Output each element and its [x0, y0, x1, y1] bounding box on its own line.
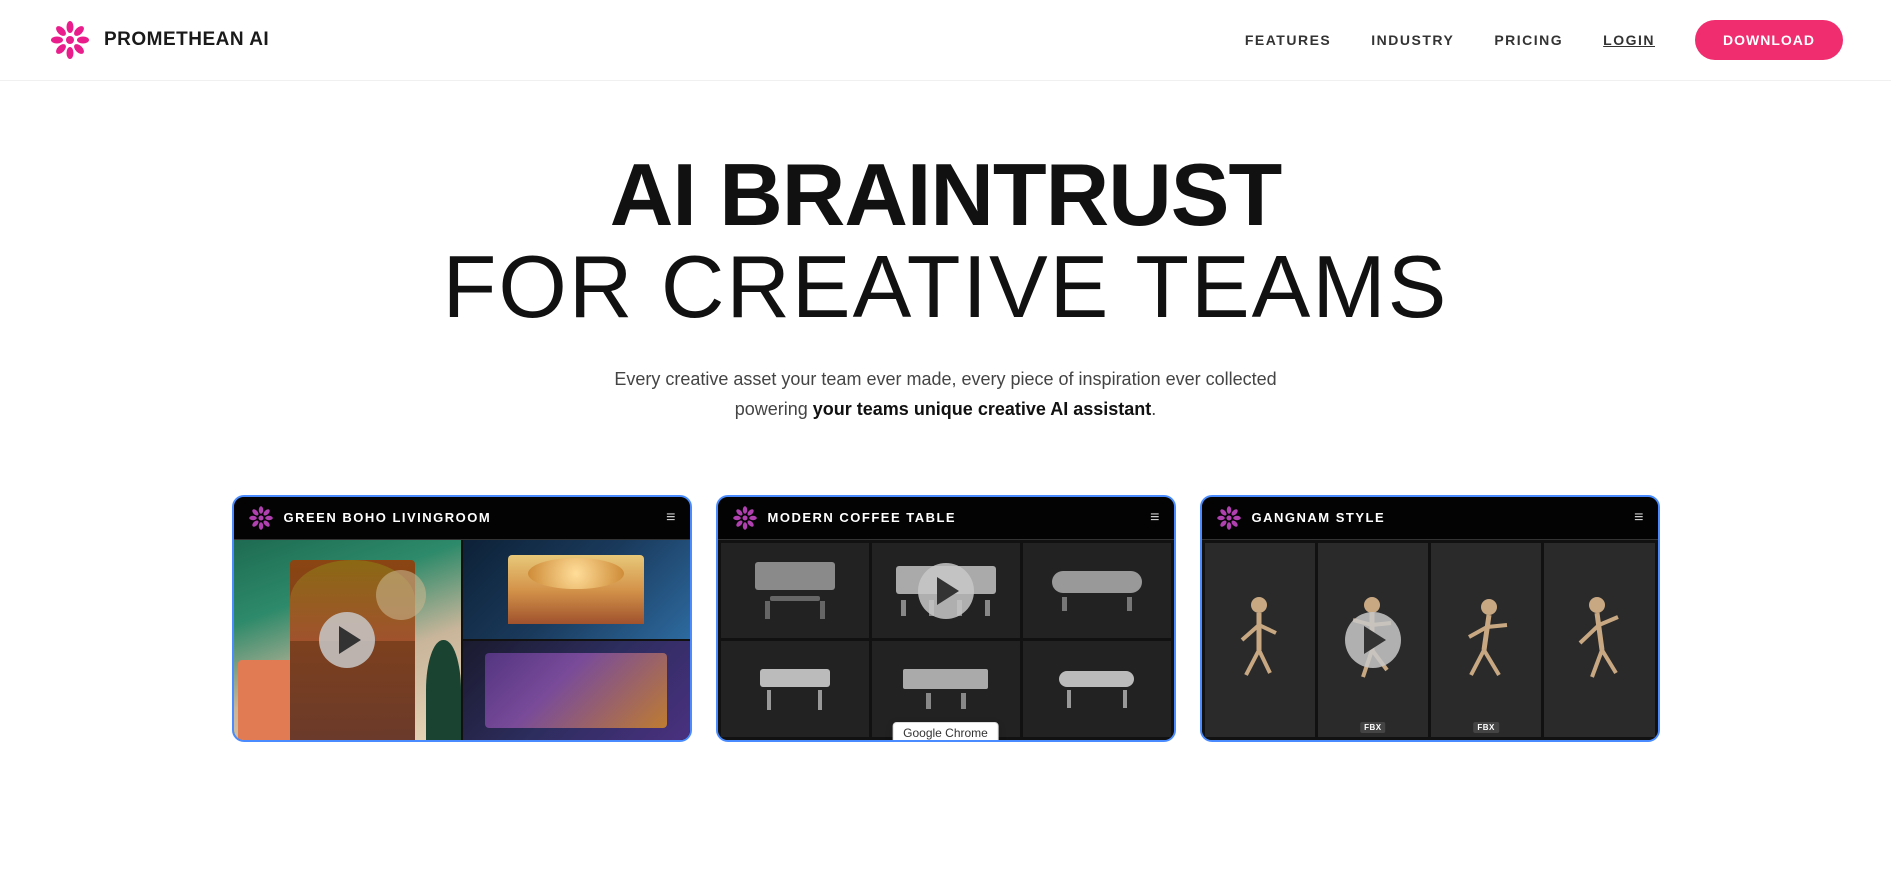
card-2-header: MODERN COFFEE TABLE ≡	[718, 497, 1174, 540]
card-coffee-table: MODERN COFFEE TABLE ≡	[716, 495, 1176, 742]
hero-subtitle-end: .	[1151, 399, 1156, 419]
hero-title-light: FOR CREATIVE TEAMS	[40, 239, 1851, 336]
nav-industry[interactable]: INDUSTRY	[1371, 32, 1454, 48]
promethean-logo-icon	[48, 18, 92, 62]
logo-link[interactable]: PROMETHEAN AI	[48, 18, 269, 62]
table-6	[1059, 671, 1134, 708]
hero-subtitle-bold: your teams unique creative AI assistant	[813, 399, 1151, 419]
card-1-play-button[interactable]	[319, 612, 375, 668]
card-2-menu-icon[interactable]: ≡	[1150, 509, 1159, 527]
table-1	[755, 562, 835, 619]
navbar: PROMETHEAN AI FEATURES INDUSTRY PRICING …	[0, 0, 1891, 81]
card-3-logo-icon	[1216, 505, 1242, 531]
card-3-title: GANGNAM STYLE	[1252, 510, 1386, 525]
card-boho-livingroom: GREEN BOHO LIVINGROOM ≡	[232, 495, 692, 742]
download-button[interactable]: DOWNLOAD	[1695, 20, 1843, 60]
card-2-body: Google Chrome	[718, 540, 1174, 740]
logo-text: PROMETHEAN AI	[104, 29, 269, 51]
card-2-play-button[interactable]	[918, 563, 974, 619]
grid-item-4	[721, 641, 869, 737]
card-gangnam-style: GANGNAM STYLE ≡	[1200, 495, 1660, 742]
card-3-body: FBX FBX	[1202, 540, 1658, 740]
hero-subtitle: Every creative asset your team ever made…	[40, 364, 1851, 425]
figure-1	[1232, 595, 1287, 685]
card-2-header-left: MODERN COFFEE TABLE	[732, 505, 957, 531]
frame-4	[1544, 543, 1654, 737]
card-1-body	[234, 540, 690, 740]
frame-3: FBX	[1431, 543, 1541, 737]
grid-item-6	[1023, 641, 1171, 737]
card-2-title: MODERN COFFEE TABLE	[768, 510, 957, 525]
card-3-play-button[interactable]	[1345, 612, 1401, 668]
card-1-bottom-right	[463, 641, 690, 740]
card-2-logo-icon	[732, 505, 758, 531]
hero-title-bold: AI BRAINTRUST	[40, 151, 1851, 239]
hero-subtitle-plain: Every creative asset your team ever made…	[614, 369, 1276, 389]
card-1-menu-icon[interactable]: ≡	[666, 509, 675, 527]
card-3-header: GANGNAM STYLE ≡	[1202, 497, 1658, 540]
card-1-top-right	[463, 540, 690, 639]
chrome-tooltip: Google Chrome	[892, 722, 999, 742]
hero-section: AI BRAINTRUST FOR CREATIVE TEAMS Every c…	[0, 81, 1891, 455]
nav-features[interactable]: FEATURES	[1245, 32, 1331, 48]
card-3-menu-icon[interactable]: ≡	[1634, 509, 1643, 527]
nav-links: FEATURES INDUSTRY PRICING LOGIN DOWNLOAD	[1245, 20, 1843, 60]
fbx-badge-1: FBX	[1360, 722, 1386, 733]
card-1-main-image	[234, 540, 461, 740]
frame-2: FBX	[1318, 543, 1428, 737]
fbx-badge-2: FBX	[1473, 722, 1499, 733]
table-4	[760, 669, 830, 710]
nav-pricing[interactable]: PRICING	[1494, 32, 1563, 48]
card-1-header: GREEN BOHO LIVINGROOM ≡	[234, 497, 690, 540]
grid-item-1	[721, 543, 869, 639]
boho-plant	[426, 640, 460, 740]
cards-section: GREEN BOHO LIVINGROOM ≡	[0, 455, 1891, 742]
card-1-logo-icon	[248, 505, 274, 531]
figure-4	[1572, 595, 1627, 685]
frame-1	[1205, 543, 1315, 737]
grid-item-2	[872, 543, 1020, 639]
card-1-title: GREEN BOHO LIVINGROOM	[284, 510, 492, 525]
card-3-header-left: GANGNAM STYLE	[1216, 505, 1386, 531]
grid-item-3	[1023, 543, 1171, 639]
card-1-header-left: GREEN BOHO LIVINGROOM	[248, 505, 492, 531]
figure-3	[1459, 595, 1514, 685]
table-5	[903, 669, 988, 709]
nav-login[interactable]: LOGIN	[1603, 32, 1655, 48]
hero-subtitle-prefix: powering	[735, 399, 813, 419]
table-3	[1052, 571, 1142, 611]
